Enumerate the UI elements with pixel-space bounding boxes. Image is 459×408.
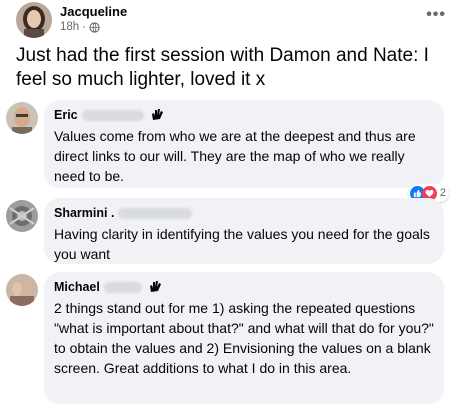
commenter-avatar[interactable]	[6, 200, 38, 232]
comment-author[interactable]: Sharmini .	[54, 205, 434, 221]
author-avatar[interactable]	[16, 2, 52, 38]
post-time[interactable]: 18h	[60, 21, 79, 33]
redacted-name	[118, 207, 193, 219]
post-header: Jacqueline 18h · •••	[16, 2, 446, 38]
more-options-icon[interactable]: •••	[426, 6, 446, 24]
post-meta: 18h ·	[60, 21, 100, 33]
comment-author[interactable]: Eric	[54, 107, 434, 123]
comment-text: Having clarity in identifying the values…	[54, 226, 430, 262]
waving-hand-icon	[151, 109, 163, 120]
comment-bubble: Michael 2 things stand out for me 1) ask…	[44, 272, 444, 404]
comment-text: 2 things stand out for me 1) asking the …	[54, 300, 434, 376]
redacted-name	[81, 109, 144, 121]
redacted-name	[103, 281, 142, 293]
post-text: Just had the first session with Damon an…	[16, 45, 429, 90]
comment-bubble: Eric Values come from who we are at the …	[44, 100, 444, 188]
post-author-name[interactable]: Jacqueline	[60, 4, 127, 19]
globe-icon	[89, 21, 100, 33]
comment-bubble: Sharmini . Having clarity in identifying…	[44, 198, 444, 264]
commenter-avatar[interactable]	[6, 274, 38, 306]
comment-author[interactable]: Michael	[54, 279, 434, 295]
commenter-avatar[interactable]	[6, 102, 38, 134]
waving-hand-icon	[149, 281, 161, 292]
comment-text: Values come from who we are at the deepe…	[54, 128, 416, 184]
reaction-count: 2	[439, 187, 446, 199]
